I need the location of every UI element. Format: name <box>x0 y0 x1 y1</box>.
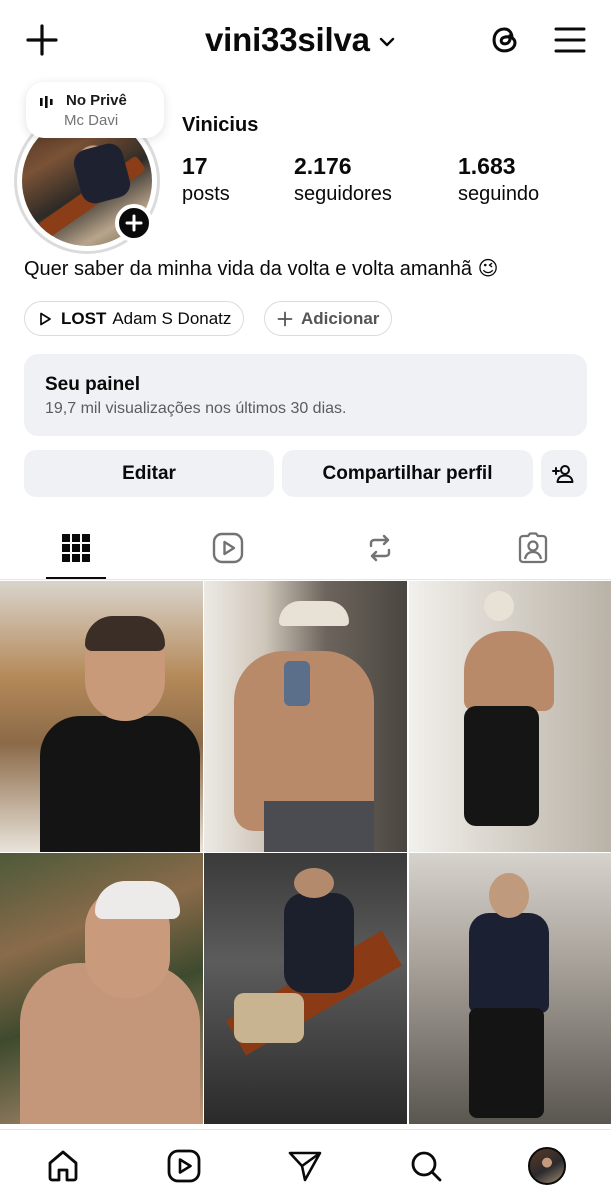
stat-value: 1.683 <box>458 153 516 179</box>
add-story-button[interactable] <box>115 204 153 242</box>
top-bar: vini33silva <box>0 0 611 80</box>
send-icon[interactable] <box>287 1148 323 1184</box>
edit-label: Editar <box>122 462 176 484</box>
share-profile-button[interactable]: Compartilhar perfil <box>282 450 533 497</box>
add-person-icon <box>552 464 574 483</box>
tab-reposts[interactable] <box>360 528 400 568</box>
stat-label: seguindo <box>458 183 540 205</box>
dashboard-subtitle: 19,7 mil visualizações nos últimos 30 di… <box>45 400 347 417</box>
tab-reels[interactable] <box>208 528 248 568</box>
share-label: Compartilhar perfil <box>322 462 493 484</box>
reels-icon <box>212 532 244 564</box>
edit-profile-button[interactable]: Editar <box>24 450 274 497</box>
add-label: Adicionar <box>301 308 380 328</box>
username: vini33silva <box>205 21 370 58</box>
display-name: Vinicius <box>182 114 259 136</box>
post-thumbnail[interactable] <box>409 581 611 852</box>
professional-dashboard[interactable]: Seu painel 19,7 mil visualizações nos úl… <box>24 354 587 436</box>
bio-text: Quer saber da minha vida da volta e volt… <box>24 258 499 280</box>
post-thumbnail[interactable] <box>409 853 611 1124</box>
stat-value: 2.176 <box>294 153 352 179</box>
dashboard-title: Seu painel <box>45 374 141 395</box>
stat-label: seguidores <box>294 183 392 205</box>
stat-value: 17 <box>182 153 208 179</box>
music-note-bubble[interactable]: No Privê Mc Davi <box>26 82 164 138</box>
profile-avatar[interactable] <box>528 1147 566 1185</box>
add-link-chip[interactable]: Adicionar <box>264 301 393 336</box>
plus-icon[interactable] <box>22 20 62 60</box>
play-icon <box>40 312 51 325</box>
bottom-navigation <box>0 1129 611 1199</box>
active-tab-indicator <box>46 577 106 579</box>
stat-posts[interactable]: 17 posts <box>182 152 230 208</box>
chevron-down-icon <box>379 37 394 47</box>
posts-grid <box>0 581 611 1129</box>
menu-icon[interactable] <box>552 22 588 58</box>
music-title: LOST <box>61 308 107 328</box>
note-song-title: No Privê <box>66 92 127 109</box>
grid-icon <box>62 534 90 562</box>
plus-icon <box>125 214 143 232</box>
note-artist: Mc Davi <box>64 112 119 129</box>
post-thumbnail[interactable] <box>0 581 203 852</box>
reels-icon[interactable] <box>166 1148 202 1184</box>
profile-music-chip[interactable]: LOST Adam S Donatz <box>24 301 245 336</box>
search-icon[interactable] <box>408 1148 444 1184</box>
repost-icon <box>369 534 391 562</box>
threads-icon[interactable] <box>486 20 524 58</box>
tagged-icon <box>518 532 548 564</box>
music-artist: Adam S Donatz <box>112 308 232 328</box>
username-switcher[interactable]: vini33silva <box>205 18 396 62</box>
stat-following[interactable]: 1.683 seguindo <box>458 152 539 208</box>
plus-icon <box>277 311 293 326</box>
tab-grid[interactable] <box>56 528 96 568</box>
post-thumbnail[interactable] <box>0 853 203 1124</box>
tab-tagged[interactable] <box>513 528 553 568</box>
home-icon[interactable] <box>45 1148 81 1184</box>
post-thumbnail[interactable] <box>204 581 407 852</box>
stat-followers[interactable]: 2.176 seguidores <box>294 152 392 208</box>
audio-bars-icon <box>40 96 53 108</box>
profile-tabs <box>0 518 611 580</box>
post-thumbnail[interactable] <box>204 853 407 1124</box>
stat-label: posts <box>182 183 230 205</box>
suggest-people-button[interactable] <box>541 450 587 497</box>
